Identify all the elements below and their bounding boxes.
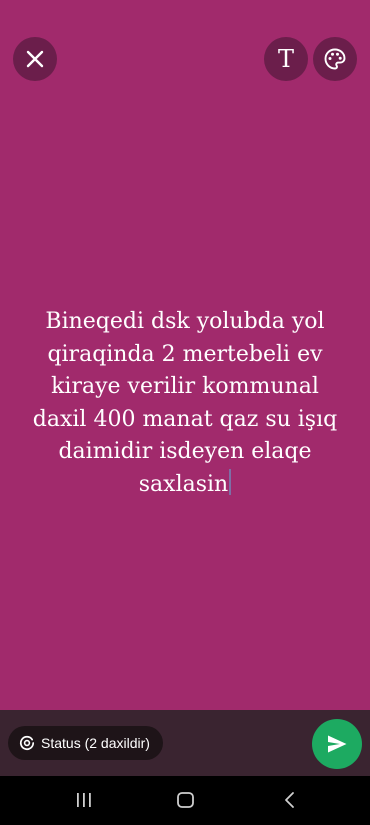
recents-icon xyxy=(77,793,91,807)
back-button[interactable] xyxy=(275,788,305,812)
send-icon xyxy=(328,735,347,753)
text-style-label: T xyxy=(277,45,294,73)
recents-button[interactable] xyxy=(69,788,99,812)
status-text-content: Bineqedi dsk yolubda yol qiraqinda 2 mer… xyxy=(32,309,338,497)
system-navigation-bar xyxy=(0,776,370,825)
home-icon xyxy=(177,792,194,808)
status-text-input[interactable]: Bineqedi dsk yolubda yol qiraqinda 2 mer… xyxy=(16,306,354,501)
back-icon xyxy=(285,792,294,808)
color-palette-button[interactable] xyxy=(313,37,357,81)
send-button[interactable] xyxy=(312,719,362,769)
close-icon xyxy=(26,50,44,68)
status-ring-icon xyxy=(19,735,35,751)
status-footer: Status (2 daxildir) xyxy=(0,710,370,776)
text-status-canvas[interactable]: T Bineqedi dsk yolubda yol qiraqinda 2 m… xyxy=(0,0,370,710)
text-cursor xyxy=(229,468,232,495)
palette-icon xyxy=(324,48,346,70)
status-audience-label: Status (2 daxildir) xyxy=(41,735,150,751)
status-audience-button[interactable]: Status (2 daxildir) xyxy=(8,726,163,760)
close-button[interactable] xyxy=(13,37,57,81)
text-style-button[interactable]: T xyxy=(264,37,308,81)
home-button[interactable] xyxy=(171,788,201,812)
